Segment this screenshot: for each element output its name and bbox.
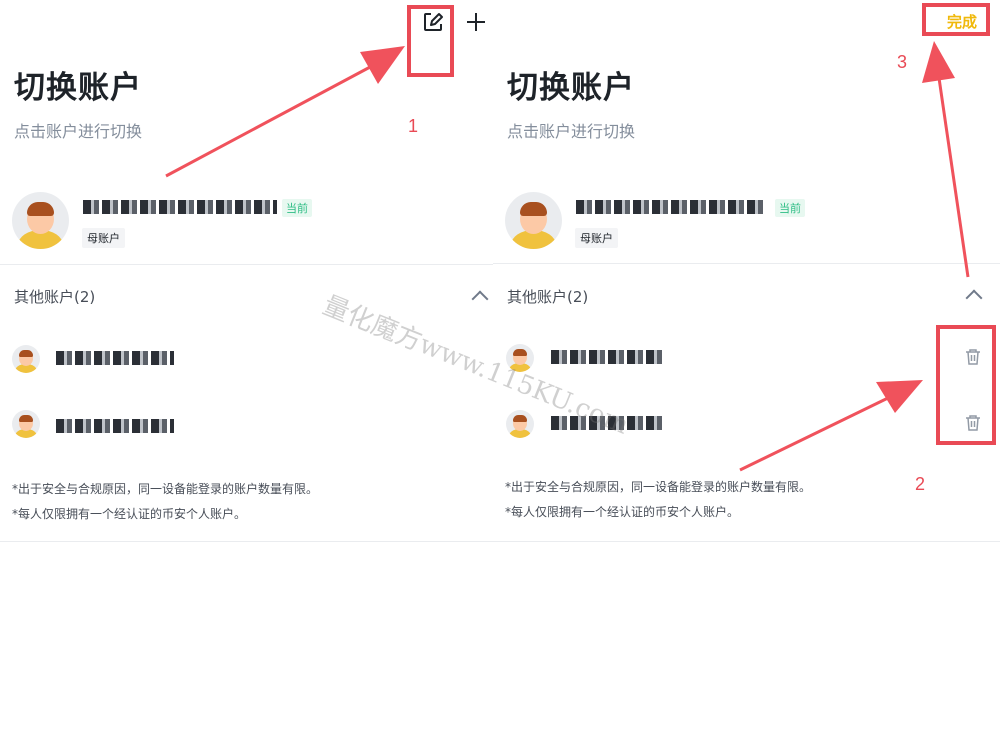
step-number-3: 3 — [897, 52, 908, 72]
step-number-2: 2 — [915, 474, 926, 494]
step-number-1: 1 — [408, 116, 419, 136]
